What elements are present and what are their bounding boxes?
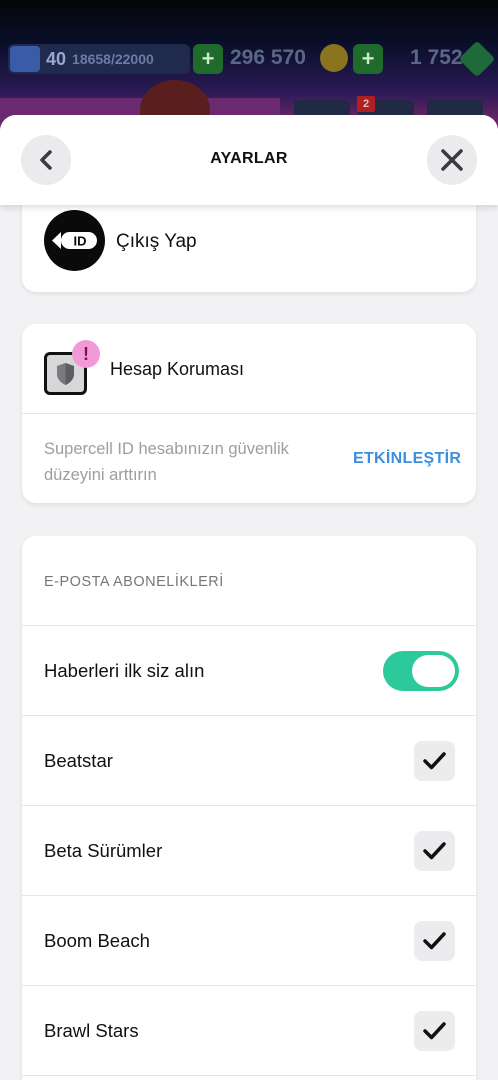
account-protection-title: Hesap Koruması xyxy=(110,359,245,379)
boom-beach-checkbox[interactable] xyxy=(414,921,455,961)
gem-icon xyxy=(458,40,496,78)
coin-icon xyxy=(320,44,348,72)
notification-badge: 2 xyxy=(357,96,375,112)
checkmark-icon xyxy=(423,842,446,860)
game-level-bar: 40 18658/22000 xyxy=(8,44,190,74)
subscription-row-boom-beach: Boom Beach xyxy=(22,896,476,986)
checkmark-icon xyxy=(423,932,446,950)
alert-badge: ! xyxy=(72,340,100,368)
brawl-stars-checkbox[interactable] xyxy=(414,1011,455,1051)
close-button[interactable] xyxy=(427,135,477,185)
beta-checkbox[interactable] xyxy=(414,831,455,871)
account-protection-description: Supercell ID hesabınızın güvenlik düzeyi… xyxy=(44,440,289,484)
logout-id-icon: ID xyxy=(44,210,105,271)
news-toggle[interactable] xyxy=(383,651,459,691)
page-title: AYARLAR xyxy=(210,150,288,167)
checkmark-icon xyxy=(423,752,446,770)
subscription-row-beatstar: Beatstar xyxy=(22,716,476,806)
game-level: 40 xyxy=(46,48,67,69)
game-backdrop: 40 18658/22000 + 296 570 + 1 752 2 xyxy=(0,0,498,130)
close-icon xyxy=(441,149,463,171)
subscription-label: Beta Sürümler xyxy=(44,840,163,861)
account-protection-card: ! Hesap Koruması Supercell ID hesabınızı… xyxy=(22,324,476,503)
game-coins: 296 570 xyxy=(230,46,306,69)
beatstar-checkbox[interactable] xyxy=(414,741,455,781)
subscription-label: Beatstar xyxy=(44,750,113,771)
email-subscriptions-card: E-POSTA ABONELİKLERİ Haberleri ilk siz a… xyxy=(22,536,476,1080)
logout-label: Çıkış Yap xyxy=(116,231,197,252)
game-xp: 18658/22000 xyxy=(72,51,154,67)
news-row: Haberleri ilk siz alın xyxy=(22,626,476,716)
toggle-knob xyxy=(412,655,455,687)
subscription-row-brawl-stars: Brawl Stars xyxy=(22,986,476,1076)
logout-card[interactable]: ID Çıkış Yap xyxy=(22,190,476,292)
level-star-icon xyxy=(10,46,40,72)
activate-button[interactable]: ETKİNLEŞTİR xyxy=(353,450,461,468)
settings-sheet: AYARLAR ID Çıkış Yap ! Hesap Koruması Su… xyxy=(0,115,498,1080)
subscription-label: Boom Beach xyxy=(44,930,150,951)
header: AYARLAR xyxy=(0,115,498,205)
add-coins-button: + xyxy=(193,44,223,74)
divider xyxy=(22,1075,476,1076)
subscription-row-beta: Beta Sürümler xyxy=(22,806,476,896)
logout-icon-text: ID xyxy=(74,234,87,249)
divider xyxy=(22,413,476,414)
subscription-label: Brawl Stars xyxy=(44,1020,139,1041)
add-gems-button: + xyxy=(353,44,383,74)
email-section-title: E-POSTA ABONELİKLERİ xyxy=(44,574,224,590)
checkmark-icon xyxy=(423,1022,446,1040)
news-label: Haberleri ilk siz alın xyxy=(44,660,205,681)
game-gems: 1 752 xyxy=(410,46,463,69)
